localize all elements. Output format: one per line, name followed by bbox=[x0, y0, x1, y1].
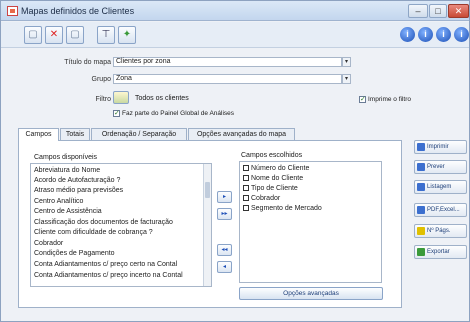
list-item[interactable]: Número do Cliente bbox=[243, 165, 309, 172]
delete-button[interactable]: ✕ bbox=[45, 26, 63, 44]
titulo-label: Título do mapa bbox=[64, 59, 111, 66]
grupo-label: Grupo bbox=[91, 76, 111, 83]
num-pags-button[interactable]: Nº Págs. bbox=[414, 224, 467, 238]
preview-icon bbox=[417, 163, 425, 171]
tab-opcoes-avancadas[interactable]: Opções avançadas do mapa bbox=[188, 128, 295, 140]
info-icon[interactable]: i bbox=[400, 27, 415, 42]
grupo-select[interactable]: Zona bbox=[113, 74, 342, 84]
move-right-button[interactable]: ▸ bbox=[217, 191, 232, 203]
move-all-left-button[interactable]: ◂◂ bbox=[217, 244, 232, 256]
list-item[interactable]: Conta Adiantamentos c/ preço incerto na … bbox=[34, 272, 183, 279]
page-count-icon bbox=[417, 227, 425, 235]
app-icon bbox=[7, 6, 18, 16]
checkbox[interactable] bbox=[243, 205, 249, 212]
listagem-button[interactable]: Listagem bbox=[414, 180, 467, 194]
tab-totais[interactable]: Totais bbox=[60, 128, 90, 140]
escolhidos-label: Campos escolhidos bbox=[241, 152, 303, 159]
close-button[interactable]: ✕ bbox=[448, 4, 469, 18]
vertical-scrollbar[interactable] bbox=[203, 164, 211, 286]
list-icon bbox=[417, 183, 425, 191]
maximize-button[interactable]: □ bbox=[429, 4, 447, 18]
imprime-filtro-label: Imprime o filtro bbox=[368, 96, 411, 103]
prever-button[interactable]: Prever bbox=[414, 160, 467, 174]
campos-panel: Campos disponíveis Abreviatura do Nome A… bbox=[18, 140, 402, 308]
imprime-filtro-checkbox[interactable]: ✓ bbox=[359, 96, 366, 103]
checkbox[interactable] bbox=[243, 165, 249, 172]
checkbox[interactable] bbox=[243, 195, 249, 202]
info-icon[interactable]: i bbox=[418, 27, 433, 42]
minimize-button[interactable]: – bbox=[408, 4, 428, 18]
export-button[interactable]: ✦ bbox=[118, 26, 136, 44]
copy-button[interactable]: ▢ bbox=[66, 26, 84, 44]
list-item[interactable]: Centro Analítico bbox=[34, 198, 83, 205]
list-item[interactable]: Tipo de Cliente bbox=[243, 185, 298, 192]
tab-campos[interactable]: Campos bbox=[18, 128, 59, 141]
new-button[interactable]: ▢ bbox=[24, 26, 42, 44]
move-all-right-button[interactable]: ▸▸ bbox=[217, 208, 232, 220]
list-item[interactable]: Cliente com dificuldade de cobrança ? bbox=[34, 229, 153, 236]
titulo-field[interactable]: Clientes por zona bbox=[113, 57, 342, 67]
painel-checkbox[interactable]: ✓ bbox=[113, 110, 120, 117]
checkbox[interactable] bbox=[243, 175, 249, 182]
campos-escolhidos-list[interactable]: Número do Cliente Nome do Cliente Tipo d… bbox=[239, 161, 382, 283]
pdf-icon bbox=[417, 206, 425, 214]
chevron-down-icon[interactable]: ▾ bbox=[342, 74, 351, 84]
painel-label: Faz parte do Painel Global de Análises bbox=[122, 110, 235, 117]
list-item[interactable]: Abreviatura do Nome bbox=[34, 167, 100, 174]
exportar-button[interactable]: Exportar bbox=[414, 245, 467, 259]
list-item[interactable]: Acordo de Autofacturação ? bbox=[34, 177, 120, 184]
campos-disponiveis-list[interactable]: Abreviatura do Nome Acordo de Autofactur… bbox=[30, 163, 212, 287]
window-title: Mapas definidos de Clientes bbox=[21, 6, 135, 16]
list-item[interactable]: Centro de Assistência bbox=[34, 208, 102, 215]
checkbox[interactable] bbox=[243, 185, 249, 192]
list-item[interactable]: Segmento de Mercado bbox=[243, 205, 322, 212]
scrollbar-thumb[interactable] bbox=[205, 182, 210, 198]
pdf-excel-button[interactable]: PDF,Excel... bbox=[414, 203, 467, 217]
filter-icon[interactable] bbox=[113, 91, 129, 104]
list-item[interactable]: Conta Adiantamentos c/ preço certo na Co… bbox=[34, 261, 177, 268]
disponiveis-label: Campos disponíveis bbox=[34, 154, 98, 161]
main-window: Mapas definidos de Clientes – □ ✕ ▢ ✕ ▢ … bbox=[0, 0, 470, 322]
printer-icon bbox=[417, 143, 425, 151]
filtro-value: Todos os clientes bbox=[135, 95, 189, 102]
opcoes-avancadas-button[interactable]: Opções avançadas bbox=[239, 287, 383, 300]
move-left-button[interactable]: ◂ bbox=[217, 261, 232, 273]
export-icon bbox=[417, 248, 425, 256]
list-item[interactable]: Nome do Cliente bbox=[243, 175, 303, 182]
info-icon[interactable]: i bbox=[454, 27, 469, 42]
list-item[interactable]: Cobrador bbox=[243, 195, 280, 202]
list-item[interactable]: Cobrador bbox=[34, 240, 63, 247]
chevron-down-icon[interactable]: ▾ bbox=[342, 57, 351, 67]
list-item[interactable]: Condições de Pagamento bbox=[34, 250, 115, 257]
filtro-label: Filtro bbox=[95, 96, 111, 103]
toolbar: ▢ ✕ ▢ ⊤ ✦ i i i i bbox=[1, 22, 469, 48]
imprimir-button[interactable]: Imprimir bbox=[414, 140, 467, 154]
list-item[interactable]: Classificação dos documentos de facturaç… bbox=[34, 219, 173, 226]
title-bar: Mapas definidos de Clientes – □ ✕ bbox=[1, 1, 469, 21]
tab-ordenacao[interactable]: Ordenação / Separação bbox=[91, 128, 187, 140]
list-item[interactable]: Atraso médio para previsões bbox=[34, 187, 123, 194]
edit-button[interactable]: ⊤ bbox=[97, 26, 115, 44]
info-icon[interactable]: i bbox=[436, 27, 451, 42]
